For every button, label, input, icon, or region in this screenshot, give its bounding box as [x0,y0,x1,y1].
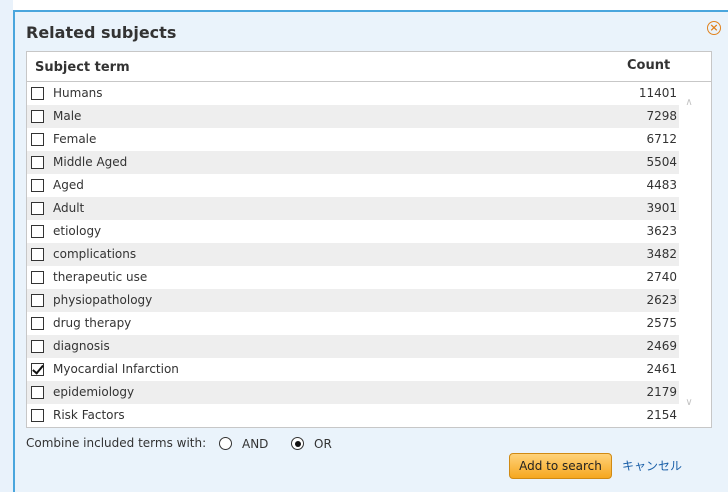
table-row: Middle Aged 5504 [27,151,679,174]
row-checkbox[interactable] [31,179,44,192]
row-checkbox[interactable] [31,248,44,261]
subject-count: 2461 [646,362,677,376]
subject-term: Middle Aged [53,155,128,169]
subject-count: 2575 [646,316,677,330]
subject-term: Adult [53,201,85,215]
table-row: drug therapy 2575 [27,312,679,335]
row-checkbox[interactable] [31,156,44,169]
related-subjects-dialog: Related subjects × Subject term Count Hu… [13,10,728,492]
row-checkbox[interactable] [31,87,44,100]
subject-count: 2623 [646,293,677,307]
subject-term: Risk Factors [53,408,125,422]
table-row: etiology 3623 [27,220,679,243]
table-row: Risk Factors 2154 [27,404,679,427]
scroll-up-icon[interactable]: ∧ [682,97,696,109]
subject-term: therapeutic use [53,270,148,284]
or-radio-label: OR [314,437,332,451]
close-icon[interactable]: × [707,21,721,35]
page-background-strip [0,0,13,492]
table-row: Adult 3901 [27,197,679,220]
row-checkbox[interactable] [31,340,44,353]
subject-count: 3901 [646,201,677,215]
subject-count: 5504 [646,155,677,169]
row-checkbox[interactable] [31,271,44,284]
table-row: Humans 11401 [27,82,679,105]
column-header-subject-term: Subject term [35,60,130,75]
row-checkbox[interactable] [31,294,44,307]
table-row: Female 6712 [27,128,679,151]
subject-count: 3482 [646,247,677,261]
subject-count: 4483 [646,178,677,192]
subjects-table: Subject term Count Humans 11401 Male 7298 Fe… [26,51,712,428]
row-checkbox[interactable] [31,133,44,146]
subject-term: epidemiology [53,385,135,399]
dialog-title: Related subjects [26,23,177,42]
table-row: complications 3482 [27,243,679,266]
subject-count: 2469 [646,339,677,353]
subject-term: Female [53,132,97,146]
table-row: therapeutic use 2740 [27,266,679,289]
row-checkbox[interactable] [31,386,44,399]
table-row: Aged 4483 [27,174,679,197]
row-checkbox[interactable] [31,317,44,330]
table-row: Male 7298 [27,105,679,128]
add-to-search-button[interactable]: Add to search [509,453,612,479]
combine-label: Combine included terms with: [26,436,207,450]
and-radio[interactable] [219,437,232,450]
subject-count: 11401 [638,86,677,100]
subject-term: Myocardial Infarction [53,362,179,376]
and-radio-label: AND [242,437,269,451]
subject-term: Aged [53,178,84,192]
subject-count: 2179 [646,385,677,399]
subject-count: 6712 [646,132,677,146]
table-row: epidemiology 2179 [27,381,679,404]
subject-term: drug therapy [53,316,132,330]
row-checkbox[interactable] [31,225,44,238]
table-row: Myocardial Infarction 2461 [27,358,679,381]
subject-term: Male [53,109,82,123]
scroll-down-icon[interactable]: ∨ [682,397,696,409]
subject-term: etiology [53,224,102,238]
subject-count: 3623 [646,224,677,238]
cancel-link[interactable]: キャンセル [622,457,682,474]
row-checkbox[interactable] [31,409,44,422]
row-checkbox[interactable] [31,202,44,215]
subject-term: diagnosis [53,339,110,353]
table-row: physiopathology 2623 [27,289,679,312]
row-checkbox[interactable] [31,110,44,123]
row-checkbox[interactable] [31,363,44,376]
subject-term: Humans [53,86,103,100]
subject-count: 2154 [646,408,677,422]
subject-term: complications [53,247,137,261]
subject-term: physiopathology [53,293,153,307]
subject-rows: Humans 11401 Male 7298 Female 6712 Middle Aged… [27,82,679,427]
column-header-count: Count [627,58,671,73]
subject-count: 7298 [646,109,677,123]
table-row: diagnosis 2469 [27,335,679,358]
or-radio[interactable] [291,437,304,450]
subject-count: 2740 [646,270,677,284]
